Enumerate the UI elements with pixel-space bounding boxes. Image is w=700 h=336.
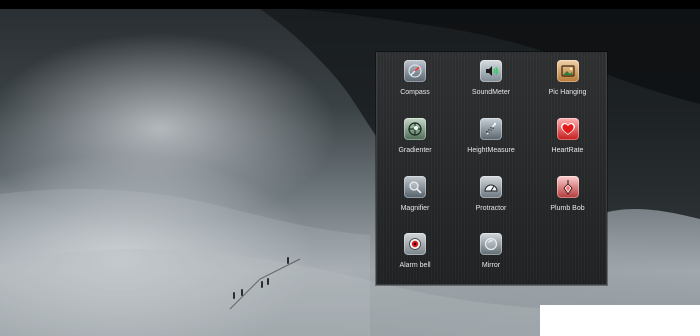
magnifier-icon — [404, 175, 426, 198]
alarm-bell-icon — [404, 232, 426, 255]
app-alarm-bell[interactable]: Alarm bell — [377, 227, 453, 285]
app-mirror[interactable]: Mirror — [453, 227, 529, 285]
app-label: SoundMeter — [471, 88, 511, 96]
app-magnifier[interactable]: Magnifier — [377, 170, 453, 228]
sound-meter-icon — [480, 59, 502, 82]
white-overlay-box — [540, 305, 700, 336]
app-label: Alarm bell — [399, 261, 431, 269]
plumb-bob-icon — [556, 175, 579, 198]
app-label: Pic Hanging — [548, 88, 587, 96]
app-heartrate[interactable]: HeartRate — [530, 112, 606, 170]
app-gradienter[interactable]: Gradienter — [377, 112, 453, 170]
app-label: Mirror — [481, 261, 501, 269]
protractor-icon — [480, 175, 502, 198]
app-protractor[interactable]: Protractor — [453, 170, 529, 228]
picture-frame-icon — [556, 59, 579, 82]
height-measure-icon — [480, 118, 502, 140]
app-heightmeasure[interactable]: HeightMeasure — [453, 112, 529, 170]
app-label: Plumb Bob — [550, 204, 585, 212]
app-plumb-bob[interactable]: Plumb Bob — [530, 170, 606, 228]
app-label: Magnifier — [400, 204, 430, 212]
compass-icon — [404, 59, 426, 82]
app-label: Gradienter — [398, 147, 432, 154]
app-pic-hanging[interactable]: Pic Hanging — [530, 54, 606, 112]
app-grid: Compass SoundMeter Pic Hanging Gradiente… — [377, 53, 606, 284]
app-label: Compass — [400, 88, 430, 96]
app-compass[interactable]: Compass — [377, 54, 453, 112]
mirror-icon — [480, 232, 502, 255]
top-status-bar — [0, 0, 700, 9]
level-icon — [404, 118, 426, 140]
app-label: HeightMeasure — [467, 147, 515, 154]
app-soundmeter[interactable]: SoundMeter — [453, 54, 529, 112]
tools-folder-panel: Compass SoundMeter Pic Hanging Gradiente… — [376, 52, 607, 285]
app-label: Protractor — [475, 204, 507, 212]
heart-icon — [556, 118, 579, 140]
app-label: HeartRate — [551, 147, 584, 154]
